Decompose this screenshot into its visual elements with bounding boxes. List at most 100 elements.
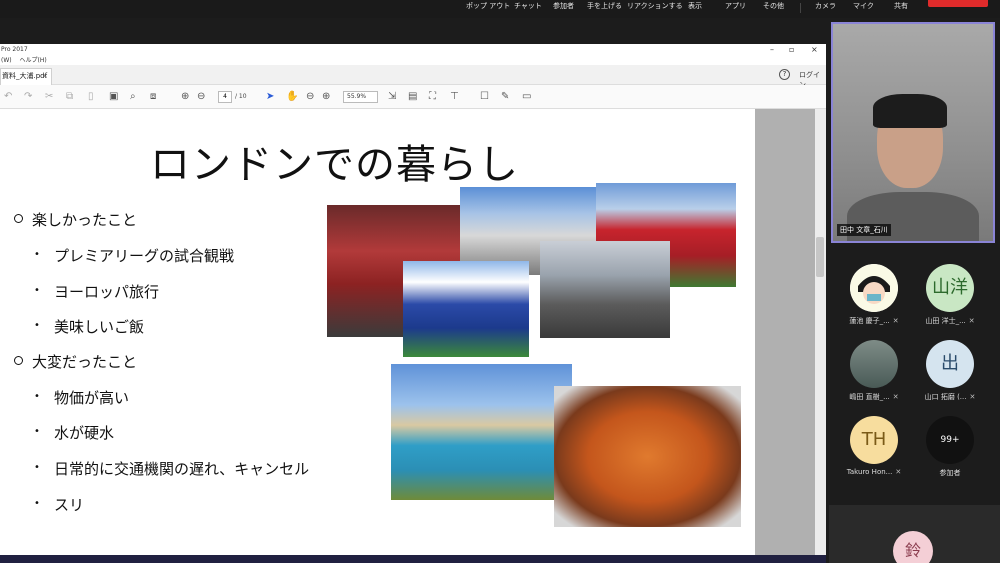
participant-avatar: 山洋 (926, 264, 974, 312)
tab-close-icon[interactable]: × (42, 69, 48, 84)
more-button[interactable]: その他 (763, 1, 784, 11)
page-total: / 10 (235, 93, 247, 100)
window-title: Pro 2017 (1, 46, 28, 53)
menu-help[interactable]: ヘルプ(H) (20, 57, 47, 64)
participant-avatar: TH (850, 416, 898, 464)
bullet-item: プレミアリーグの試合観戦 (34, 245, 234, 266)
slide-title: ロンドンでの暮らし (150, 142, 519, 188)
bullet-item: スリ (34, 494, 84, 515)
zoom-meeting-window: ポップ アウト チャット 参加者 手を上げる リアクションする 表示 アプリ そ… (0, 0, 1000, 563)
mic-muted-icon: ✕ (892, 317, 899, 325)
fullscreen-icon[interactable]: ⛶ (429, 91, 436, 103)
participant-avatar[interactable]: 鈴 (893, 531, 933, 563)
stamp-icon[interactable]: ⊤ (450, 91, 459, 103)
meeting-toolbar: ポップ アウト チャット 参加者 手を上げる リアクションする 表示 アプリ そ… (0, 0, 1000, 18)
next-page-icon[interactable]: ⊖ (197, 91, 205, 103)
speaker-name: 田中 文章_石川 (837, 224, 891, 236)
maximize-icon[interactable]: ▫ (789, 44, 794, 56)
speaker-hair (873, 94, 947, 128)
minimize-icon[interactable]: – (770, 44, 774, 56)
mic-muted-icon: ✕ (895, 468, 902, 476)
snapshot-icon[interactable]: ▣ (109, 91, 118, 103)
participants-button[interactable]: 参加者 (553, 1, 574, 11)
view-button[interactable]: 表示 (688, 1, 702, 11)
participant-name: 蓮池 慶子_... ✕ (849, 317, 899, 325)
bullet-item-text: 美味しいご飯 (54, 318, 145, 336)
vertical-scrollbar[interactable] (815, 109, 826, 555)
participant-name: 嶋田 直樹_... ✕ (849, 393, 899, 401)
close-icon[interactable]: × (811, 44, 818, 56)
participants-label: 参加者 (939, 469, 961, 477)
bullet-item-text: 日常的に交通機関の遅れ、キャンセル (54, 460, 310, 478)
comment-icon[interactable]: ☐ (480, 91, 489, 103)
participant-avatar (850, 340, 898, 388)
copy-icon[interactable]: ⧉ (66, 91, 73, 103)
participant-name: Takuro Hon... ✕ (846, 468, 902, 476)
bullet-section-fun: 楽しかったこと (14, 209, 137, 230)
participant-tile[interactable]: 嶋田 直樹_... ✕ (833, 340, 915, 412)
apps-button[interactable]: アプリ (725, 1, 746, 11)
participant-avatar: 出 (926, 340, 974, 388)
participant-name: 山口 拓磨 (... ✕ (924, 393, 976, 401)
next-participant-panel: 鈴 (829, 505, 1000, 563)
bullet-item: ヨーロッパ旅行 (34, 281, 159, 302)
speaker-video[interactable]: 田中 文章_石川 (831, 22, 995, 243)
pen-icon[interactable]: ✎ (501, 91, 509, 103)
participant-tile[interactable]: 蓮池 慶子_... ✕ (833, 264, 915, 336)
shared-screen: Pro 2017 – ▫ × (W) ヘルプ(H) 資料_大浦.pdf × ? … (0, 44, 826, 555)
bullet-item: 物価が高い (34, 387, 129, 408)
bullet-item: 美味しいご飯 (34, 316, 144, 337)
mic-muted-icon: ✕ (892, 393, 899, 401)
windows-taskbar (0, 555, 826, 563)
fit-page-icon[interactable]: ⇲ (388, 91, 396, 103)
cut-icon[interactable]: ✂ (45, 91, 53, 103)
prev-page-icon[interactable]: ⊕ (181, 91, 189, 103)
section-hard-label: 大変だったこと (32, 353, 138, 371)
zoom-select[interactable]: 55.9% (343, 91, 378, 103)
document-tabbar: 資料_大浦.pdf × ? ログイン (0, 65, 826, 89)
leave-button[interactable] (928, 0, 988, 7)
camera-button[interactable]: カメラ (815, 1, 836, 11)
bullet-item-text: 水が硬水 (54, 424, 115, 442)
section-fun-label: 楽しかったこと (32, 211, 138, 229)
participant-tile[interactable]: 山洋 山田 洋士_... ✕ (909, 264, 991, 336)
beach-photo (391, 364, 572, 500)
delete-icon[interactable]: ▯ (88, 91, 94, 103)
document-tab[interactable]: 資料_大浦.pdf × (0, 68, 52, 85)
page-number-input[interactable]: 4 (218, 91, 232, 103)
bullet-item: 水が硬水 (34, 422, 114, 443)
zoom-out-icon[interactable]: ⊖ (306, 91, 314, 103)
participant-name: 山田 洋士_... ✕ (925, 317, 975, 325)
acrobat-toolbar: ↶ ↷ ✂ ⧉ ▯ ▣ ⌕ ⧈ ⊕ ⊖ 4 / 10 ➤ ✋ ⊖ ⊕ 55.9%… (0, 85, 826, 109)
mic-button[interactable]: マイク (853, 1, 874, 11)
more-participants-tile[interactable]: 99+ 参加者 (909, 416, 991, 488)
participant-tile[interactable]: TH Takuro Hon... ✕ (833, 416, 915, 488)
more-participants-count: 99+ (926, 416, 974, 464)
participant-tile[interactable]: 出 山口 拓磨 (... ✕ (909, 340, 991, 412)
zoom-in-icon[interactable]: ⊕ (322, 91, 330, 103)
chat-button[interactable]: チャット (514, 1, 542, 11)
bullet-item-text: 物価が高い (54, 389, 130, 407)
mic-muted-icon: ✕ (969, 393, 976, 401)
search-icon[interactable]: ⌕ (130, 91, 136, 103)
popout-button[interactable]: ポップ アウト (466, 1, 510, 11)
stadium-photo-blue (403, 261, 529, 357)
fit-width-icon[interactable]: ▤ (408, 91, 417, 103)
react-button[interactable]: リアクションする (627, 1, 683, 11)
bullet-item: 日常的に交通機関の遅れ、キャンセル (34, 458, 309, 479)
paella-photo (554, 386, 741, 527)
hand-tool-icon[interactable]: ✋ (286, 91, 298, 103)
bullet-item-text: プレミアリーグの試合観戦 (54, 247, 235, 265)
binoculars-icon[interactable]: ⧈ (150, 91, 156, 103)
bullet-item-text: スリ (54, 496, 85, 514)
menu-window[interactable]: (W) (1, 57, 12, 64)
raise-hand-button[interactable]: 手を上げる (587, 1, 622, 11)
mic-muted-icon: ✕ (968, 317, 975, 325)
share-button[interactable]: 共有 (894, 1, 908, 11)
help-icon[interactable]: ? (779, 69, 790, 80)
scrollbar-thumb[interactable] (816, 237, 824, 277)
undo-icon[interactable]: ↶ (4, 91, 12, 103)
select-cursor-icon[interactable]: ➤ (266, 91, 274, 103)
highlight-icon[interactable]: ▭ (522, 91, 531, 103)
redo-icon[interactable]: ↷ (24, 91, 32, 103)
